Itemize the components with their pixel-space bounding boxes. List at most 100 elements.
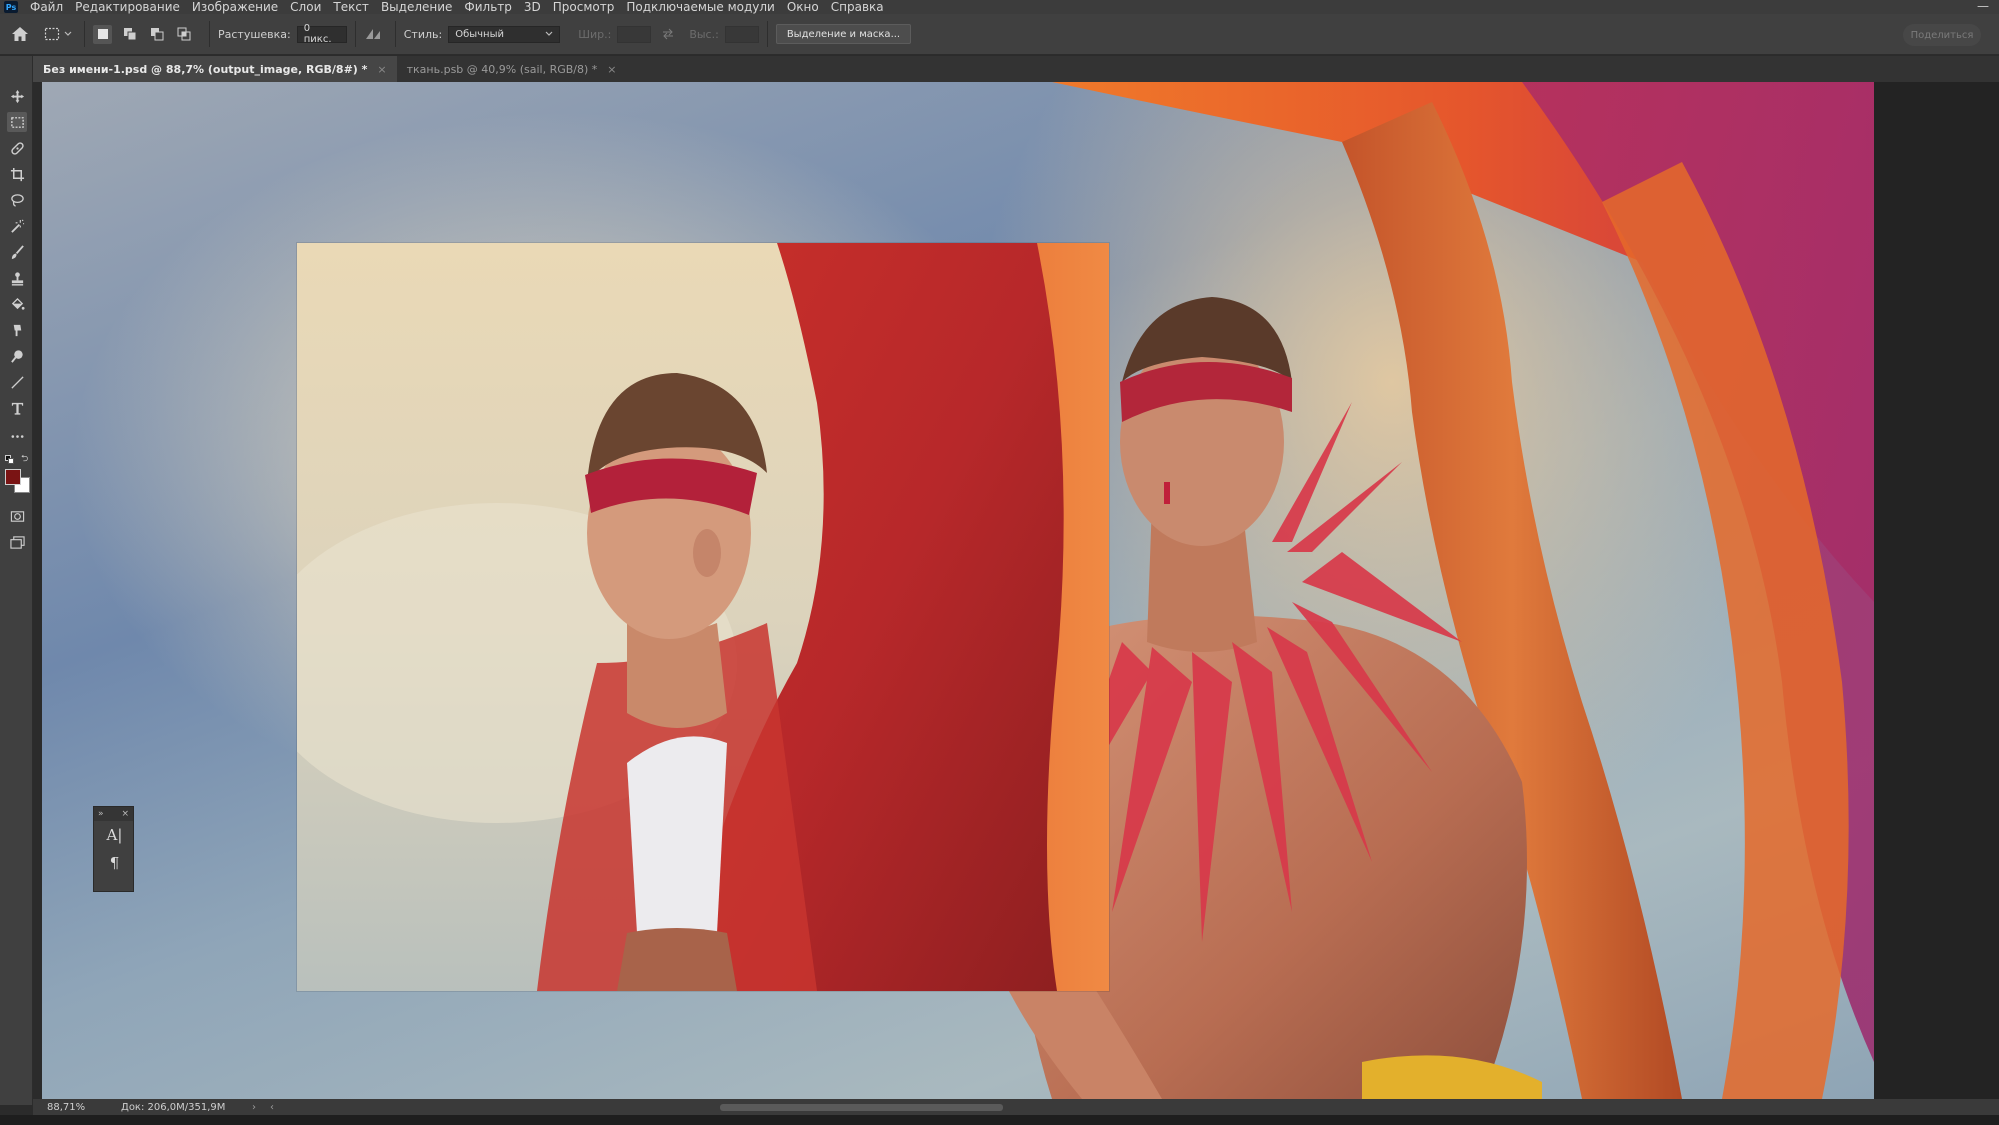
minimize-icon[interactable]: — — [1977, 0, 1989, 12]
options-bar: Растушевка: 0 пикс. Стиль: Обычный Шир.:… — [0, 14, 1999, 55]
panel-header[interactable]: » × — [94, 807, 133, 821]
quick-mask-icon — [10, 510, 24, 522]
close-icon[interactable]: × — [377, 63, 386, 76]
screen-mode-icon — [9, 535, 25, 549]
tab-document-1[interactable]: Без имени-1.psd @ 88,7% (output_image, R… — [33, 56, 397, 82]
foreground-color-swatch[interactable] — [5, 469, 21, 485]
home-button[interactable] — [0, 14, 40, 55]
select-and-mask-button[interactable]: Выделение и маска... — [775, 24, 912, 44]
dodge-tool[interactable] — [7, 346, 27, 366]
style-value: Обычный — [455, 28, 504, 40]
rect-marquee-icon — [44, 27, 60, 41]
menu-layers[interactable]: Слои — [284, 0, 327, 14]
scroll-left-arrow[interactable]: ‹ — [263, 1102, 281, 1113]
pen-tool[interactable] — [7, 372, 27, 392]
marquee-tool[interactable] — [7, 112, 27, 132]
anti-alias-icon — [366, 29, 381, 39]
rect-marquee-icon — [10, 116, 24, 128]
lasso-icon — [10, 193, 24, 207]
magic-wand-tool[interactable] — [7, 216, 27, 236]
crop-tool[interactable] — [7, 164, 27, 184]
stamp-tool[interactable] — [7, 268, 27, 288]
screen-mode-button[interactable] — [7, 532, 27, 552]
swap-colors-icon[interactable]: ⮌ — [21, 455, 30, 464]
add-selection-button[interactable] — [120, 25, 139, 44]
menu-window[interactable]: Окно — [781, 0, 825, 14]
paint-bucket-icon — [11, 297, 25, 310]
height-input — [724, 25, 759, 43]
type-tool[interactable] — [7, 398, 27, 418]
tab-label: Без имени-1.psd @ 88,7% (output_image, R… — [43, 62, 368, 76]
subtract-selection-icon — [150, 28, 163, 41]
reference-image-layer[interactable] — [297, 243, 1109, 991]
divider — [354, 21, 356, 47]
move-icon — [10, 89, 24, 103]
status-menu-arrow[interactable]: › — [245, 1102, 263, 1113]
smudge-tool[interactable] — [7, 320, 27, 340]
magic-wand-icon — [10, 219, 24, 233]
new-selection-button[interactable] — [93, 24, 112, 44]
feather-input[interactable]: 0 пикс. — [296, 23, 347, 45]
width-label: Шир.: — [578, 27, 612, 41]
menu-filter[interactable]: Фильтр — [458, 0, 517, 14]
crop-icon — [10, 167, 24, 181]
divider — [394, 21, 396, 47]
paragraph-icon: ¶ — [109, 854, 120, 872]
divider — [84, 21, 85, 47]
tab-document-2[interactable]: ткань.psb @ 40,9% (sail, RGB/8) * × — [397, 56, 627, 82]
character-paragraph-panel: » × A| ¶ — [93, 806, 134, 892]
menu-select[interactable]: Выделение — [375, 0, 458, 14]
lasso-tool[interactable] — [7, 190, 27, 210]
paragraph-panel-button[interactable]: ¶ — [94, 849, 135, 877]
width-input — [617, 25, 652, 43]
reference-portrait-illustration — [297, 243, 1109, 991]
menu-image[interactable]: Изображение — [186, 0, 284, 14]
canvas-area[interactable]: » × A| ¶ — [42, 82, 1999, 1099]
more-tools-button[interactable] — [7, 426, 27, 446]
quick-mask-button[interactable] — [7, 506, 27, 526]
artwork-canvas[interactable] — [42, 82, 1874, 1099]
new-selection-icon — [97, 29, 108, 39]
feather-label: Растушевка: — [218, 27, 291, 41]
anti-alias-toggle[interactable] — [364, 25, 383, 44]
menu-view[interactable]: Просмотр — [547, 0, 621, 14]
chevron-down-icon — [64, 31, 72, 36]
chevron-down-icon — [545, 31, 553, 36]
character-panel-button[interactable]: A| — [94, 821, 135, 849]
brush-icon — [11, 244, 24, 259]
collapse-icon[interactable]: » — [98, 809, 104, 819]
menu-help[interactable]: Справка — [825, 0, 890, 14]
paint-bucket-tool[interactable] — [7, 294, 27, 314]
type-icon — [11, 402, 23, 415]
brush-tool[interactable] — [7, 242, 27, 262]
horizontal-scrollbar[interactable] — [720, 1104, 1003, 1111]
status-bar: 88,71% Док: 206,0М/351,9М › ‹ — [33, 1099, 1999, 1115]
default-colors-icon[interactable] — [5, 455, 14, 464]
menu-file[interactable]: Файл — [24, 0, 69, 14]
pen-line-icon — [10, 375, 24, 389]
ellipsis-icon — [11, 434, 23, 438]
tools-panel: ⮌ — [0, 56, 33, 1105]
menu-3d[interactable]: 3D — [518, 0, 547, 14]
healing-brush-tool[interactable] — [7, 138, 27, 158]
zoom-level[interactable]: 88,71% — [33, 1102, 105, 1113]
stamp-icon — [11, 271, 23, 286]
smudge-icon — [13, 324, 21, 336]
divider — [209, 21, 210, 47]
close-icon[interactable]: × — [607, 63, 616, 76]
subtract-selection-button[interactable] — [147, 25, 166, 44]
photoshop-logo-icon: Ps — [4, 1, 18, 13]
style-select[interactable]: Обычный — [448, 25, 561, 43]
canvas-pasteboard — [1874, 82, 1999, 1099]
menu-bar: Ps Файл Редактирование Изображение Слои … — [0, 0, 1999, 14]
divider — [766, 21, 768, 47]
menu-plugins[interactable]: Подключаемые модули — [620, 0, 781, 14]
move-tool[interactable] — [7, 86, 27, 106]
menu-edit[interactable]: Редактирование — [69, 0, 186, 14]
menu-type[interactable]: Текст — [327, 0, 375, 14]
intersect-selection-button[interactable] — [174, 25, 193, 44]
share-button[interactable]: Поделиться — [1903, 24, 1981, 46]
tool-preset-picker[interactable] — [40, 27, 76, 41]
character-icon: A| — [106, 826, 123, 844]
close-icon[interactable]: × — [121, 809, 129, 819]
